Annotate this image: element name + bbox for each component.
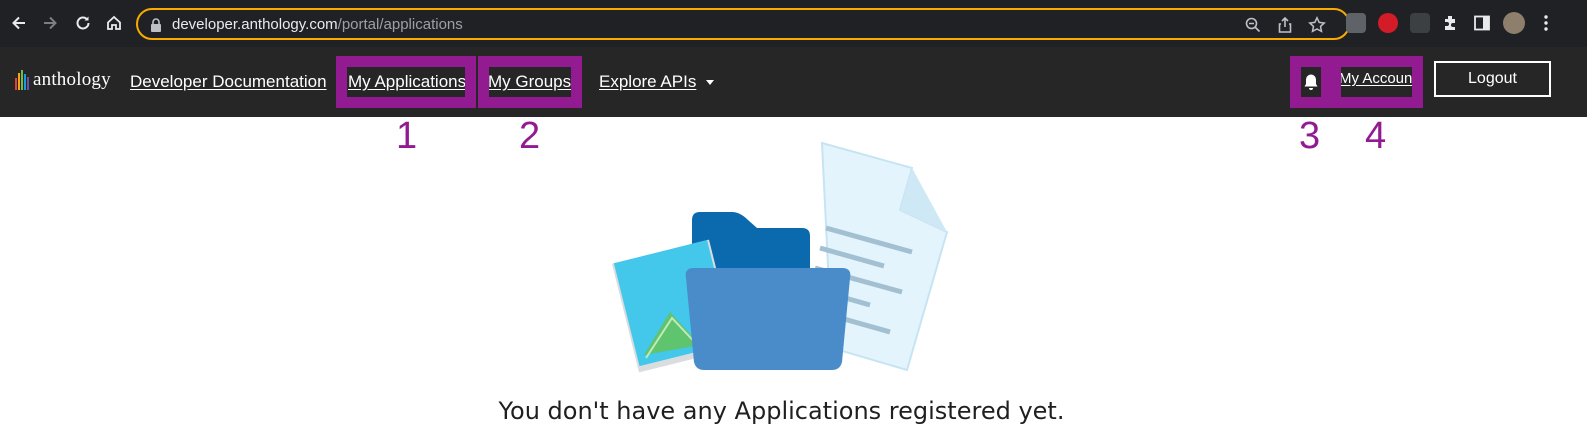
star-icon[interactable] (1308, 16, 1326, 34)
logo-bars-icon (15, 70, 29, 90)
nav-developer-documentation[interactable]: Developer Documentation (130, 72, 327, 92)
browser-toolbar: developer.anthology.com/portal/applicati… (0, 0, 1587, 47)
annotation-number: 3 (1299, 115, 1321, 157)
bell-icon (1304, 74, 1318, 90)
profile-avatar[interactable] (1503, 12, 1525, 34)
extensions-icon[interactable] (1441, 13, 1461, 33)
annotation-number: 4 (1365, 115, 1387, 157)
anthology-logo[interactable]: anthology (15, 66, 111, 90)
extension-icon[interactable] (1378, 13, 1398, 33)
nav-explore-apis[interactable]: Explore APIs (599, 72, 696, 92)
logo-text: anthology (33, 69, 111, 90)
url-domain: developer.anthology.com (172, 16, 338, 33)
address-bar[interactable]: developer.anthology.com/portal/applicati… (136, 8, 1350, 40)
folder-front-icon (685, 268, 851, 370)
share-icon[interactable] (1276, 16, 1294, 34)
empty-folder-illustration (612, 141, 949, 373)
notifications-button[interactable] (1301, 67, 1321, 97)
highlight-box-my-applications (336, 56, 476, 108)
highlight-box-notifications (1290, 56, 1332, 108)
empty-state-message: You don't have any Applications register… (498, 397, 1065, 425)
annotation-number: 2 (519, 115, 541, 157)
zoom-icon[interactable] (1244, 16, 1262, 34)
highlight-box-my-account (1330, 56, 1423, 108)
menu-icon[interactable] (1536, 13, 1556, 33)
reload-icon[interactable] (72, 12, 94, 34)
shield-extension-icon[interactable] (1410, 13, 1430, 33)
url-path: /portal/applications (337, 16, 463, 33)
chevron-down-icon[interactable] (706, 80, 714, 85)
highlight-box-my-groups (478, 56, 582, 108)
home-icon[interactable] (103, 12, 125, 34)
lock-icon (151, 18, 161, 32)
extension-icon[interactable] (1346, 13, 1366, 33)
forward-icon[interactable] (39, 12, 61, 34)
back-icon[interactable] (8, 12, 30, 34)
side-panel-icon[interactable] (1472, 13, 1492, 33)
logout-button[interactable]: Logout (1434, 61, 1551, 97)
url-text[interactable]: developer.anthology.com/portal/applicati… (172, 16, 463, 34)
annotation-number: 1 (396, 115, 418, 157)
